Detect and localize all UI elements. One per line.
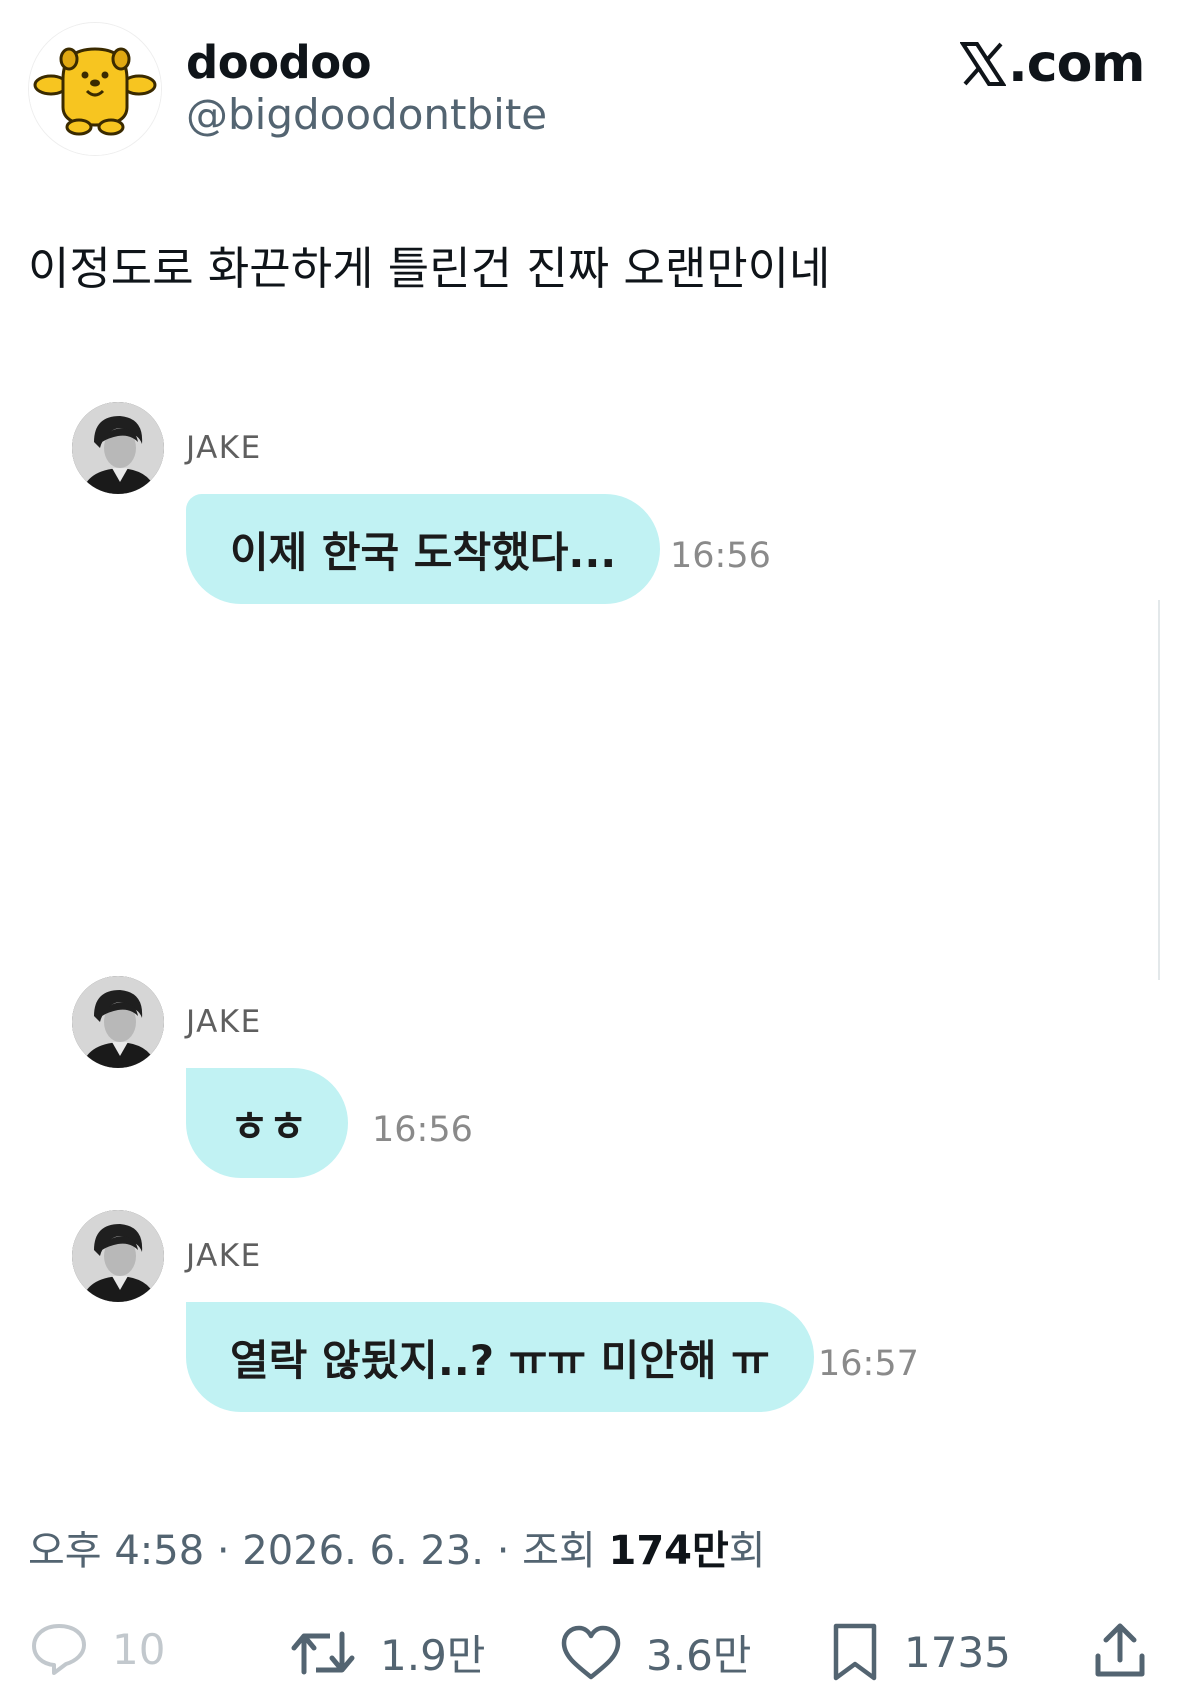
tweet-date[interactable]: 2026. 6. 23. <box>242 1528 484 1574</box>
views-suffix: 회 <box>728 1528 766 1574</box>
person-photo-icon <box>72 402 164 494</box>
mascot-icon <box>29 23 161 155</box>
user-handle[interactable]: @bigdoodontbite <box>186 90 547 139</box>
message-bubble: 열락 않됬지..? ㅠㅠ 미안해 ㅠ <box>186 1302 814 1412</box>
person-photo-icon <box>72 976 164 1068</box>
sender-name: JAKE <box>186 1004 262 1040</box>
profile-avatar[interactable] <box>28 22 162 156</box>
person-photo-icon <box>72 1210 164 1302</box>
sender-name: JAKE <box>186 430 262 466</box>
views-count: 174만 <box>608 1528 729 1574</box>
share-icon <box>1095 1623 1145 1677</box>
reply-count: 10 <box>112 1624 166 1674</box>
retweet-icon <box>291 1631 355 1674</box>
reply-icon <box>32 1624 86 1675</box>
message-text: 열락 않됬지..? ㅠㅠ 미안해 ㅠ <box>230 1335 770 1385</box>
x-logo-icon <box>959 42 1007 86</box>
reply-button[interactable]: 10 <box>30 1622 165 1676</box>
divider-line <box>1158 600 1160 980</box>
message-bubble: 이제 한국 도착했다... <box>186 494 661 604</box>
share-button[interactable] <box>1092 1620 1148 1680</box>
views-label: 조회 <box>522 1528 596 1574</box>
retweet-count: 1.9만 <box>380 1631 486 1680</box>
meta-separator: · <box>496 1528 510 1574</box>
bookmark-button[interactable]: 1735 <box>830 1622 1011 1682</box>
retweet-button[interactable]: 1.9만 <box>290 1622 485 1683</box>
message-text: 이제 한국 도착했다... <box>230 527 617 577</box>
jake-avatar <box>72 1210 164 1302</box>
brand-text: .com <box>1008 34 1145 94</box>
brand-watermark: .com <box>959 34 1145 94</box>
message-time: 16:56 <box>670 536 771 576</box>
message-bubble: ㅎㅎ <box>186 1068 348 1178</box>
message-time: 16:57 <box>818 1344 919 1384</box>
display-name[interactable]: doodoo <box>186 36 372 89</box>
message-time: 16:56 <box>372 1110 473 1150</box>
meta-separator: · <box>216 1528 230 1574</box>
tweet-meta: 오후 4:58 · 2026. 6. 23. · 조회 174만회 <box>28 1518 766 1576</box>
sender-name: JAKE <box>186 1238 262 1274</box>
message-text: ㅎㅎ <box>230 1101 308 1151</box>
like-count: 3.6만 <box>646 1631 752 1680</box>
jake-avatar <box>72 976 164 1068</box>
bookmark-icon <box>833 1623 877 1681</box>
tweet-text: 이정도로 화끈하게 틀린건 진짜 오랜만이네 <box>28 242 831 295</box>
heart-icon <box>561 1625 621 1679</box>
tweet-time[interactable]: 오후 4:58 <box>28 1528 204 1574</box>
jake-avatar <box>72 402 164 494</box>
bookmark-count: 1735 <box>904 1627 1011 1677</box>
like-button[interactable]: 3.6만 <box>560 1622 751 1683</box>
